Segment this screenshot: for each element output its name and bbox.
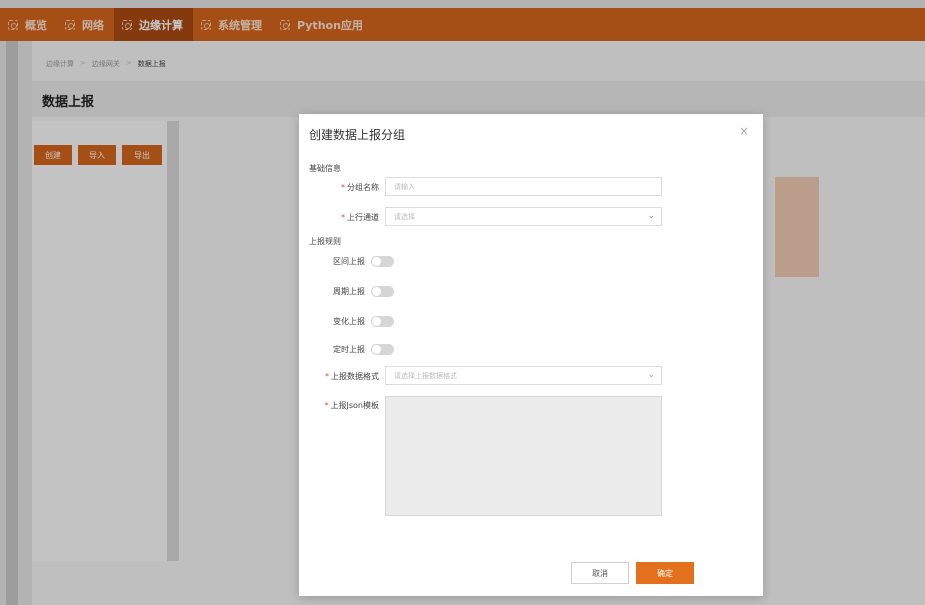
interval-report-label: 区间上报	[333, 257, 365, 266]
section-report-rules: 上报规则	[309, 237, 341, 246]
periodic-report-label: 周期上报	[333, 287, 365, 296]
timed-report-label: 定时上报	[333, 345, 365, 354]
section-basic-info: 基础信息	[309, 164, 341, 173]
uplink-channel-select[interactable]: 请选择 ⌄	[385, 207, 662, 226]
required-mark: *	[341, 213, 345, 222]
data-format-placeholder: 请选择上报数据格式	[394, 371, 457, 380]
data-format-label-text: 上报数据格式	[331, 372, 379, 381]
group-name-label: * 分组名称	[319, 182, 379, 193]
chevron-down-icon: ⌄	[647, 370, 655, 380]
uplink-channel-label-text: 上行通道	[347, 213, 379, 222]
json-template-textarea[interactable]	[385, 396, 662, 516]
change-report-toggle[interactable]	[371, 316, 394, 327]
required-mark: *	[325, 372, 329, 381]
data-format-select[interactable]: 请选择上报数据格式 ⌄	[385, 366, 662, 385]
uplink-channel-label: * 上行通道	[319, 212, 379, 223]
periodic-report-toggle[interactable]	[371, 286, 394, 297]
uplink-channel-placeholder: 请选择	[394, 212, 415, 221]
interval-report-toggle[interactable]	[371, 256, 394, 267]
group-name-input[interactable]: 请输入	[385, 177, 662, 196]
required-mark: *	[324, 401, 329, 410]
create-report-group-dialog: 创建数据上报分组 × 基础信息 * 分组名称 请输入 * 上行通道 请选择 ⌄ 上报规…	[299, 114, 763, 596]
confirm-button[interactable]: 确定	[636, 562, 694, 584]
close-icon[interactable]: ×	[739, 124, 749, 138]
timed-report-toggle[interactable]	[371, 344, 394, 355]
chevron-down-icon: ⌄	[647, 211, 655, 221]
data-format-label: * 上报数据格式	[309, 371, 379, 382]
dialog-title: 创建数据上报分组	[309, 128, 406, 142]
json-template-label-text: 上报Json模板	[330, 401, 380, 410]
group-name-label-text: 分组名称	[347, 183, 379, 192]
json-template-label: * 上报Json模板	[309, 400, 380, 411]
required-mark: *	[341, 183, 345, 192]
change-report-label: 变化上报	[333, 317, 365, 326]
group-name-placeholder: 请输入	[394, 182, 415, 191]
cancel-button[interactable]: 取消	[571, 562, 629, 584]
